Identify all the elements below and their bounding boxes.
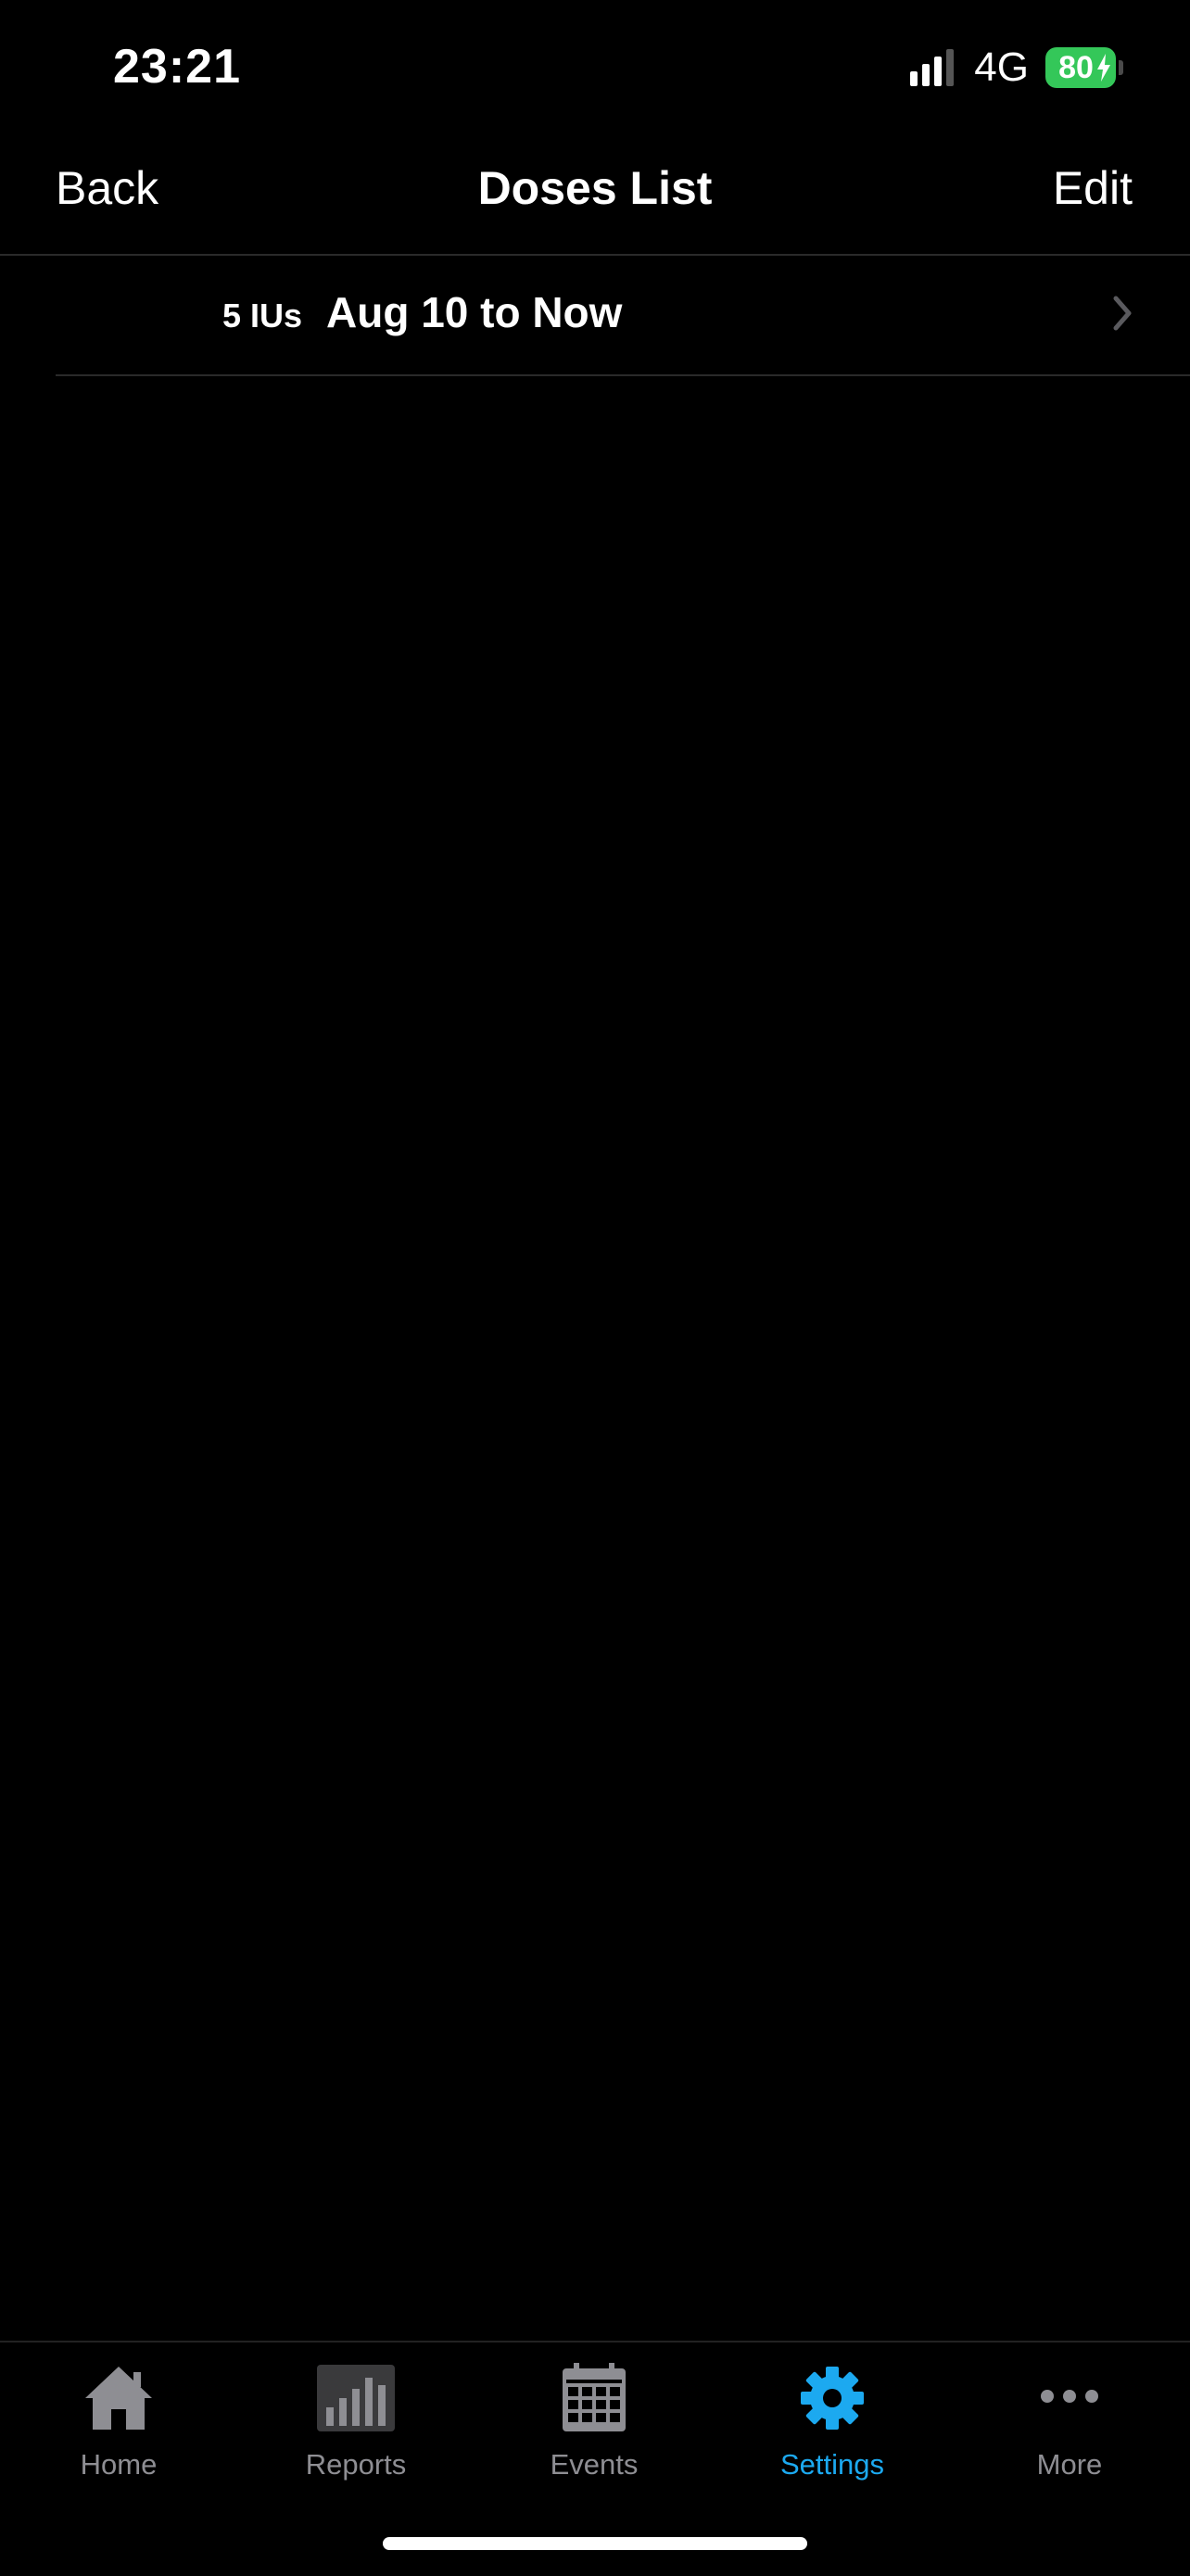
dose-date-range: Aug 10 to Now <box>326 288 623 336</box>
doses-list: 5 IUs Aug 10 to Now <box>0 256 1190 376</box>
battery-charging-icon: 80 <box>1045 47 1123 88</box>
chevron-right-icon <box>1113 296 1132 331</box>
tab-reports-label: Reports <box>305 2448 407 2481</box>
home-indicator <box>383 2537 807 2550</box>
gear-icon <box>801 2367 864 2430</box>
tab-settings-label: Settings <box>779 2448 884 2481</box>
page-title: Doses List <box>477 162 713 214</box>
status-bar: 23:21 4G 80 <box>0 0 1190 130</box>
more-dots-icon <box>1041 2390 1098 2403</box>
status-time: 23:21 <box>113 40 241 94</box>
tab-home[interactable]: Home <box>0 2361 237 2500</box>
tab-more-label: More <box>1036 2448 1103 2481</box>
network-type: 4G <box>974 44 1029 90</box>
tab-settings[interactable]: Settings <box>714 2361 951 2500</box>
tab-home-label: Home <box>80 2448 158 2481</box>
tab-events[interactable]: Events <box>475 2361 713 2500</box>
dose-amount: 5 IUs <box>222 297 303 335</box>
navigation-bar: Back Doses List Edit <box>0 130 1190 256</box>
tab-more[interactable]: More <box>951 2361 1188 2500</box>
bar-chart-icon <box>317 2365 395 2431</box>
edit-button[interactable]: Edit <box>1053 161 1133 215</box>
home-icon <box>85 2367 152 2430</box>
status-indicators: 4G 80 <box>910 44 1123 91</box>
tab-reports[interactable]: Reports <box>237 2361 475 2500</box>
calendar-icon <box>563 2363 626 2431</box>
dose-row[interactable]: 5 IUs Aug 10 to Now <box>56 256 1190 376</box>
signal-bars-icon <box>910 49 955 86</box>
charging-bolt-icon <box>1097 54 1110 82</box>
battery-level: 80 <box>1058 49 1094 85</box>
tab-events-label: Events <box>550 2448 639 2481</box>
